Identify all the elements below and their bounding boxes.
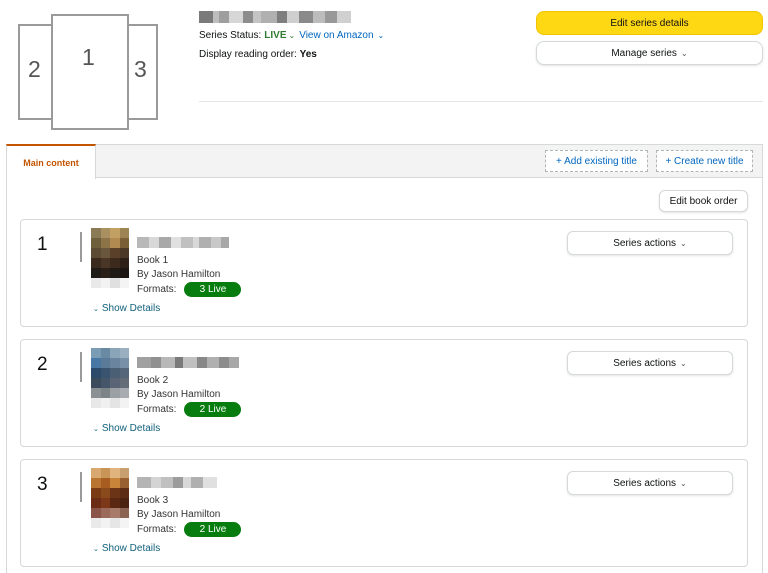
series-cover-icon: 2 1 3 — [18, 14, 160, 130]
show-details-label: Show Details — [101, 543, 161, 554]
book-title-redacted — [137, 477, 217, 488]
show-details-link[interactable]: ⌄ Show Details — [93, 423, 160, 434]
book-card: 1 Book 1 By Jason Hamilton Formats: 3 Li… — [20, 219, 748, 327]
cover-number-1: 1 — [82, 44, 95, 70]
series-actions-label: Series actions — [613, 237, 677, 249]
series-actions-button[interactable]: Series actions ⌄ — [567, 471, 733, 495]
chevron-down-icon: ⌄ — [680, 478, 687, 488]
edit-series-details-button[interactable]: Edit series details — [536, 11, 763, 35]
view-on-amazon-label: View on Amazon — [299, 30, 374, 41]
create-new-title-button[interactable]: + Create new title — [656, 150, 753, 172]
formats-live-badge: 2 Live — [184, 402, 242, 417]
add-existing-title-button[interactable]: + Add existing title — [545, 150, 648, 172]
series-actions-label: Series actions — [613, 357, 677, 369]
book-cover-thumbnail[interactable] — [91, 228, 129, 288]
formats-live-badge: 3 Live — [184, 282, 242, 297]
chevron-down-icon: ⌄ — [377, 31, 385, 40]
book-position: 2 — [37, 354, 48, 375]
chevron-down-icon: ⌄ — [93, 546, 99, 553]
cover-number-3: 3 — [134, 56, 147, 82]
chevron-down-icon: ⌄ — [680, 358, 687, 368]
position-divider — [80, 472, 82, 502]
formats-label: Formats: — [137, 404, 177, 415]
show-details-label: Show Details — [101, 423, 161, 434]
series-status-value: LIVE — [264, 30, 287, 41]
book-author: By Jason Hamilton — [137, 269, 221, 280]
cover-page-middle — [51, 14, 129, 130]
book-title-redacted — [137, 237, 229, 248]
edit-book-order-button[interactable]: Edit book order — [659, 190, 748, 212]
view-on-amazon-link[interactable]: View on Amazon ⌄ — [299, 30, 384, 41]
series-status-label: Series Status: — [199, 30, 262, 41]
chevron-down-icon: ⌄ — [93, 426, 99, 433]
book-cover-thumbnail[interactable] — [91, 468, 129, 528]
header-divider — [199, 101, 763, 102]
manage-series-button[interactable]: Manage series ⌄ — [536, 41, 763, 65]
chevron-down-icon: ⌄ — [680, 238, 687, 248]
book-cover-thumbnail[interactable] — [91, 348, 129, 408]
series-status: Series Status: LIVE ⌄ View on Amazon ⌄ — [199, 30, 384, 41]
book-title-redacted — [137, 357, 239, 368]
book-number: Book 3 — [137, 495, 169, 506]
position-divider — [80, 232, 82, 262]
position-divider — [80, 352, 82, 382]
series-title-redacted — [199, 11, 351, 23]
chevron-down-icon: ⌄ — [680, 48, 688, 58]
book-author: By Jason Hamilton — [137, 389, 221, 400]
reading-order: Display reading order: Yes — [199, 49, 317, 60]
reading-order-value: Yes — [299, 49, 317, 60]
series-actions-button[interactable]: Series actions ⌄ — [567, 351, 733, 375]
book-card: 3 Book 3 By Jason Hamilton Formats: 2 Li… — [20, 459, 748, 567]
book-number: Book 2 — [137, 375, 169, 386]
formats-label: Formats: — [137, 284, 177, 295]
show-details-label: Show Details — [101, 303, 161, 314]
tab-main-content[interactable]: Main content — [6, 144, 96, 179]
cover-number-2: 2 — [28, 56, 41, 82]
book-formats: Formats: 2 Live — [137, 522, 242, 537]
manage-series-label: Manage series — [611, 47, 677, 59]
content-tabbar: Main content + Add existing title + Crea… — [6, 144, 763, 179]
show-details-link[interactable]: ⌄ Show Details — [93, 543, 160, 554]
chevron-down-icon[interactable]: ⌄ — [289, 31, 296, 40]
book-position: 1 — [37, 234, 48, 255]
series-actions-label: Series actions — [613, 477, 677, 489]
formats-live-badge: 2 Live — [184, 522, 242, 537]
show-details-link[interactable]: ⌄ Show Details — [93, 303, 160, 314]
book-position: 3 — [37, 474, 48, 495]
book-author: By Jason Hamilton — [137, 509, 221, 520]
chevron-down-icon: ⌄ — [93, 306, 99, 313]
series-actions-button[interactable]: Series actions ⌄ — [567, 231, 733, 255]
formats-label: Formats: — [137, 524, 177, 535]
book-number: Book 1 — [137, 255, 169, 266]
reading-order-label: Display reading order: — [199, 49, 297, 60]
book-formats: Formats: 2 Live — [137, 402, 242, 417]
book-formats: Formats: 3 Live — [137, 282, 242, 297]
book-card: 2 Book 2 By Jason Hamilton Formats: 2 Li… — [20, 339, 748, 447]
